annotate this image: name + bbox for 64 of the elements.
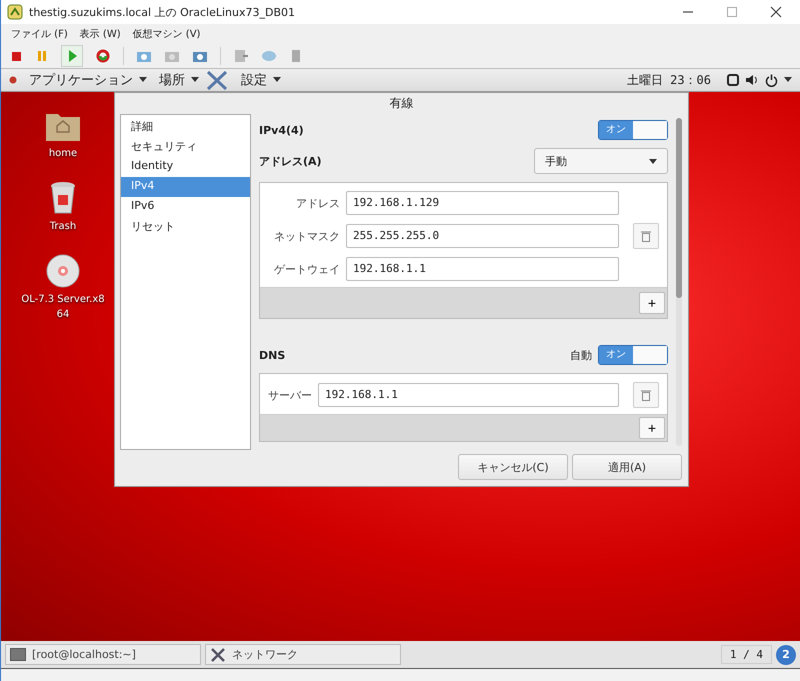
clock[interactable]: 土曜日 23：06 [626, 72, 711, 88]
caret-icon [139, 77, 147, 83]
caret-icon [273, 77, 281, 83]
volume-icon[interactable] [745, 74, 759, 86]
field-label: アドレス(A) [259, 154, 322, 168]
field-label: アドレス [295, 196, 340, 210]
section-heading: DNS [259, 348, 286, 362]
method-dropdown[interactable]: 手動 [534, 148, 668, 174]
trash-icon[interactable] [49, 181, 77, 215]
desktop-icon-label: home [48, 147, 78, 161]
caret-icon [784, 77, 792, 83]
notification-badge[interactable]: 2 [776, 644, 796, 664]
terminal-icon [10, 648, 26, 661]
refresh-icon[interactable] [95, 48, 111, 64]
delete-button[interactable] [633, 382, 659, 408]
add-button[interactable]: + [639, 292, 665, 314]
sidebar-item[interactable]: Identity [121, 157, 250, 177]
dialog-title: 有線 [388, 95, 414, 112]
add-button[interactable]: + [639, 417, 665, 439]
menu-item[interactable]: 表示 (W) [80, 27, 121, 41]
app-logo-icon [7, 4, 23, 20]
taskbar-item[interactable]: [root@localhost:~] [5, 644, 201, 665]
trash-icon [641, 230, 651, 242]
field-label: サーバー [268, 388, 312, 402]
tools-icon [205, 69, 229, 91]
sidebar-item[interactable]: セキュリティ [121, 137, 250, 157]
field-label: ネットマスク [273, 228, 340, 244]
sidebar-item[interactable]: IPv6 [121, 197, 250, 217]
app-menu-icon [9, 76, 17, 84]
top-bar-menu[interactable]: アプリケーション [29, 71, 133, 89]
field-label: ゲートウェイ [273, 262, 340, 276]
menu-item[interactable]: ファイル (F) [11, 27, 68, 41]
input-field[interactable]: 255.255.255.0 [346, 224, 619, 248]
pause-icon[interactable] [35, 49, 49, 63]
top-bar-menu[interactable]: 場所 [159, 71, 185, 89]
desktop-icon-label: OL-7.3 Server.x8 64 [21, 293, 105, 322]
tools-icon [210, 646, 226, 662]
close-icon[interactable] [770, 6, 782, 18]
desktop-icon-label: Trash [50, 220, 76, 234]
menu-item[interactable]: 仮想マシン (V) [132, 27, 200, 41]
caret-icon [649, 158, 657, 164]
input-field[interactable]: 192.168.1.1 [318, 383, 619, 407]
window-title: thestig.suzukims.local 上の OracleLinux73_DB01 [29, 4, 296, 20]
switch-label: 自動 [570, 348, 592, 362]
sidebar-item[interactable]: リセット [121, 217, 250, 237]
maximize-icon[interactable] [726, 6, 738, 18]
delete-button[interactable] [633, 223, 659, 249]
disc-icon[interactable] [46, 254, 80, 288]
play-icon[interactable] [61, 45, 83, 67]
input-field[interactable]: 192.168.1.1 [346, 257, 619, 281]
window-icon[interactable] [727, 74, 739, 86]
input-field[interactable]: 192.168.1.129 [346, 191, 619, 215]
scrollbar[interactable] [676, 118, 682, 446]
workspace-indicator[interactable]: 1 / 4 [720, 645, 772, 664]
power-icon[interactable] [765, 74, 778, 86]
caret-icon [191, 77, 199, 83]
top-bar-menu[interactable]: 設定 [241, 71, 267, 89]
taskbar-item[interactable]: ネットワーク [205, 644, 401, 665]
dialog-button[interactable]: キャンセル(C) [458, 454, 568, 480]
sidebar-item[interactable]: 詳細 [121, 117, 250, 137]
dialog-button[interactable]: 適用(A) [572, 454, 682, 480]
stop-icon[interactable] [9, 49, 23, 63]
section-heading: IPv4(4) [259, 124, 304, 136]
trash-icon [641, 389, 651, 401]
